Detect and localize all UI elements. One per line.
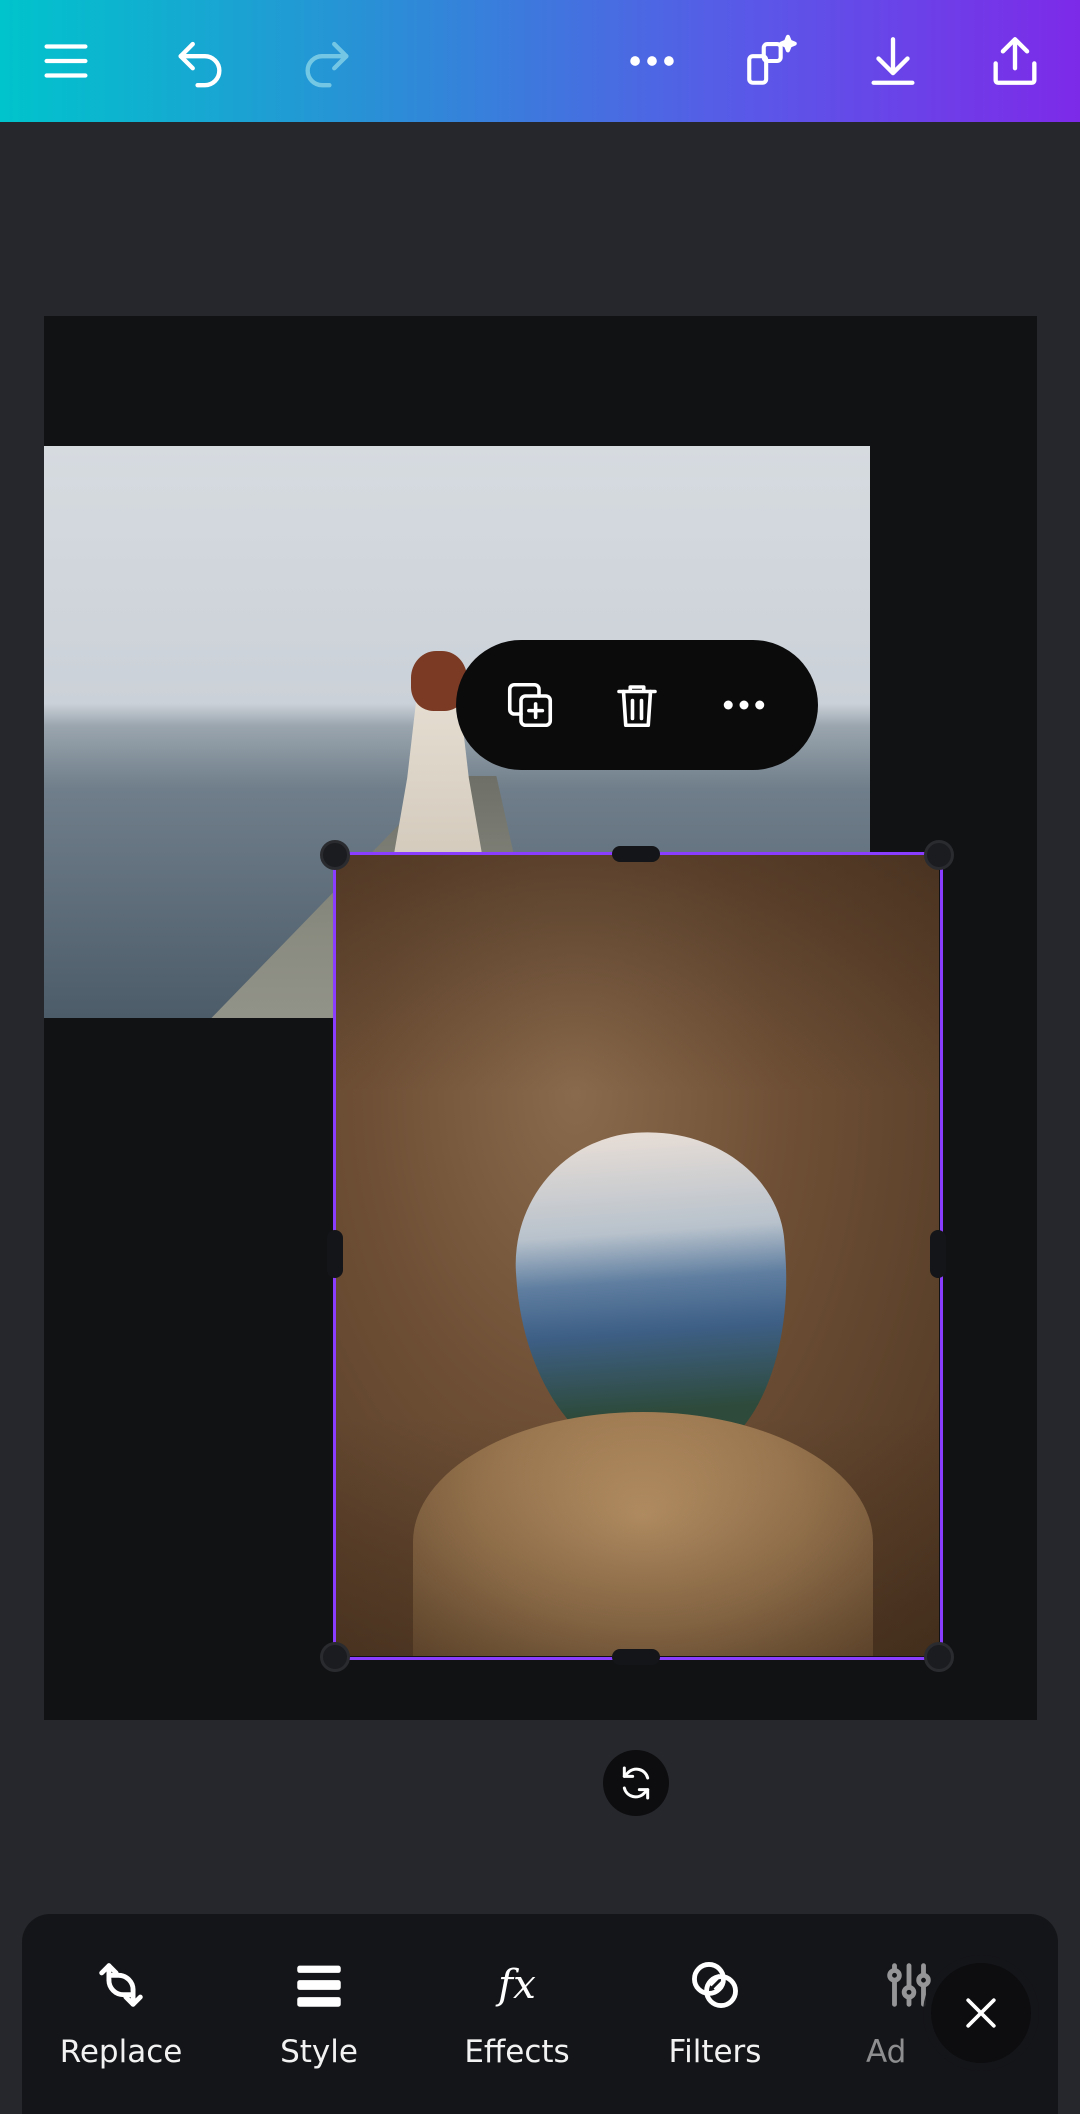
share-icon[interactable]	[975, 21, 1055, 101]
cave-shading	[333, 852, 939, 1656]
style-label: Style	[280, 2034, 358, 2070]
element-context-menu	[456, 640, 818, 770]
rotate-icon[interactable]	[603, 1750, 669, 1816]
effects-button[interactable]: fx Effects	[442, 1950, 592, 2070]
filters-button[interactable]: Filters	[640, 1950, 790, 2070]
resize-handle-right[interactable]	[930, 1230, 946, 1278]
resize-handle-bottom-left[interactable]	[320, 1642, 350, 1672]
delete-icon[interactable]	[597, 665, 677, 745]
download-icon[interactable]	[853, 21, 933, 101]
resize-handle-top-right[interactable]	[924, 840, 954, 870]
undo-icon[interactable]	[160, 21, 240, 101]
cave-arch-photo[interactable]	[333, 852, 939, 1656]
menu-icon[interactable]	[26, 21, 106, 101]
replace-label: Replace	[59, 2034, 183, 2070]
redo-icon[interactable]	[287, 21, 367, 101]
more-icon[interactable]	[704, 665, 784, 745]
close-icon[interactable]	[931, 1963, 1031, 2063]
resize-handle-bottom-right[interactable]	[924, 1642, 954, 1672]
magic-resize-icon[interactable]	[731, 21, 811, 101]
resize-handle-left[interactable]	[327, 1230, 343, 1278]
adjust-icon	[838, 1950, 938, 2020]
more-icon[interactable]	[612, 21, 692, 101]
top-toolbar	[0, 0, 1080, 122]
filters-icon	[686, 1950, 744, 2020]
resize-handle-top-left[interactable]	[320, 840, 350, 870]
replace-button[interactable]: Replace	[46, 1950, 196, 2070]
style-icon	[290, 1950, 348, 2020]
resize-handle-top[interactable]	[612, 846, 660, 862]
adjust-label: Ad	[866, 2034, 907, 2070]
filters-label: Filters	[668, 2034, 762, 2070]
style-button[interactable]: Style	[244, 1950, 394, 2070]
svg-text:fx: fx	[495, 1960, 536, 2008]
effects-icon: fx	[488, 1950, 546, 2020]
effects-label: Effects	[464, 2034, 570, 2070]
replace-icon	[92, 1950, 150, 2020]
duplicate-icon[interactable]	[490, 665, 570, 745]
resize-handle-bottom[interactable]	[612, 1649, 660, 1665]
